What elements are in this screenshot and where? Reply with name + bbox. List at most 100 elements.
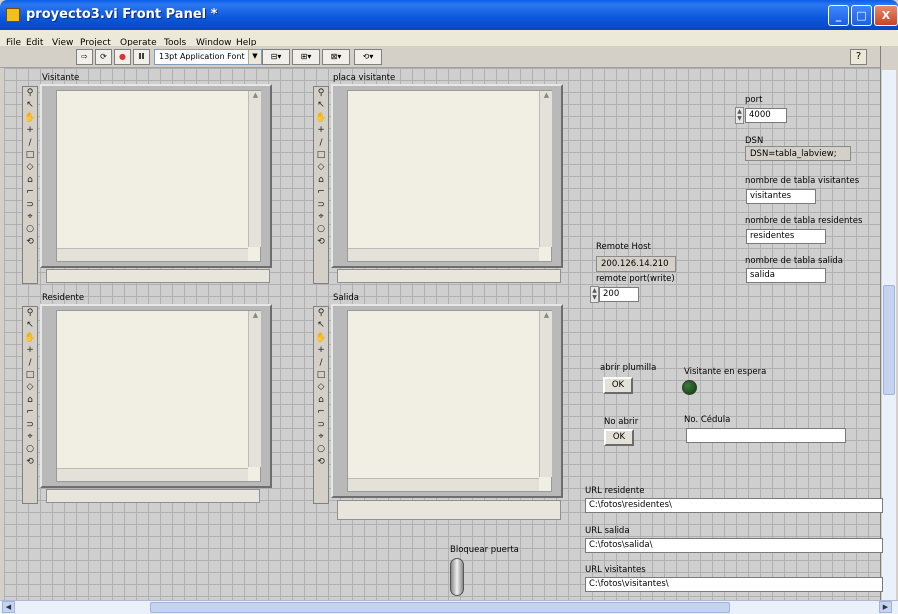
port-stepper[interactable]: ▲ ▼ bbox=[735, 107, 744, 124]
remote-port-input[interactable]: 200 bbox=[599, 287, 639, 302]
vertical-scrollbar[interactable]: ▲ bbox=[539, 311, 552, 477]
horizontal-scrollbar[interactable] bbox=[57, 248, 248, 261]
line-icon[interactable]: / bbox=[314, 137, 328, 149]
rotate-icon[interactable]: ⟲ bbox=[314, 236, 328, 248]
annulus-icon[interactable]: ⌖ bbox=[314, 211, 328, 223]
picture-residente[interactable] bbox=[56, 310, 261, 482]
freeform-icon[interactable]: ⌐ bbox=[23, 186, 37, 198]
curve-icon[interactable]: ⊃ bbox=[23, 419, 37, 431]
scroll-up-icon[interactable]: ▲ bbox=[540, 311, 553, 319]
hand-icon[interactable]: ✋ bbox=[314, 112, 328, 124]
horizontal-scroll-thumb[interactable] bbox=[150, 602, 730, 613]
maximize-button[interactable]: □ bbox=[851, 5, 872, 26]
rectangle-icon[interactable]: □ bbox=[23, 369, 37, 381]
vertical-scroll-thumb[interactable] bbox=[883, 285, 895, 395]
freeform-icon[interactable]: ⌐ bbox=[314, 186, 328, 198]
freeform-icon[interactable]: ⌐ bbox=[23, 406, 37, 418]
url-residente-input[interactable]: C:\fotos\residentes\ bbox=[585, 498, 883, 513]
scroll-up-icon[interactable]: ▲ bbox=[249, 91, 262, 99]
diamond-icon[interactable]: ◇ bbox=[23, 381, 37, 393]
port-input[interactable]: 4000 bbox=[745, 108, 787, 123]
polygon-icon[interactable]: ⌂ bbox=[314, 394, 328, 406]
hand-icon[interactable]: ✋ bbox=[314, 332, 328, 344]
minimize-button[interactable]: _ bbox=[828, 5, 849, 26]
vertical-scrollbar[interactable]: ▲ bbox=[248, 311, 261, 467]
run-icon[interactable]: ⇨ bbox=[76, 49, 93, 65]
tabla-visitantes-input[interactable]: visitantes bbox=[746, 189, 816, 204]
tabla-salida-input[interactable]: salida bbox=[746, 268, 826, 283]
diamond-icon[interactable]: ◇ bbox=[314, 381, 328, 393]
rotate-icon[interactable]: ⟲ bbox=[23, 236, 37, 248]
hand-icon[interactable]: ✋ bbox=[23, 112, 37, 124]
bloquear-puerta-switch[interactable] bbox=[450, 558, 464, 596]
chevron-down-icon[interactable]: ▼ bbox=[248, 50, 261, 64]
curve-icon[interactable]: ⊃ bbox=[314, 199, 328, 211]
zoom-icon[interactable]: ⚲ bbox=[23, 307, 37, 319]
crosshair-icon[interactable]: + bbox=[314, 124, 328, 136]
abort-icon[interactable]: ● bbox=[114, 49, 131, 65]
horizontal-scrollbar[interactable] bbox=[57, 468, 248, 481]
annulus-icon[interactable]: ⌖ bbox=[23, 431, 37, 443]
scroll-up-icon[interactable]: ▲ bbox=[249, 311, 262, 319]
no-abrir-button[interactable]: OK bbox=[604, 429, 634, 446]
scroll-up-icon[interactable]: ▲ bbox=[540, 91, 553, 99]
oval-icon[interactable]: ○ bbox=[23, 443, 37, 455]
distribute-objects-icon[interactable]: ⊞▾ bbox=[292, 49, 320, 65]
resize-objects-icon[interactable]: ⊠▾ bbox=[322, 49, 350, 65]
abrir-plumilla-button[interactable]: OK bbox=[603, 377, 633, 394]
hand-icon[interactable]: ✋ bbox=[23, 332, 37, 344]
oval-icon[interactable]: ○ bbox=[314, 223, 328, 235]
polygon-icon[interactable]: ⌂ bbox=[314, 174, 328, 186]
oval-icon[interactable]: ○ bbox=[314, 443, 328, 455]
run-continuously-icon[interactable]: ⟳ bbox=[95, 49, 112, 65]
crosshair-icon[interactable]: + bbox=[314, 344, 328, 356]
arrow-icon[interactable]: ↖ bbox=[23, 319, 37, 331]
pause-icon[interactable]: II bbox=[133, 49, 150, 65]
arrow-icon[interactable]: ↖ bbox=[23, 99, 37, 111]
reorder-icon[interactable]: ⟲▾ bbox=[354, 49, 382, 65]
rotate-icon[interactable]: ⟲ bbox=[314, 456, 328, 468]
polygon-icon[interactable]: ⌂ bbox=[23, 394, 37, 406]
annulus-icon[interactable]: ⌖ bbox=[23, 211, 37, 223]
diamond-icon[interactable]: ◇ bbox=[23, 161, 37, 173]
picture-visitante[interactable] bbox=[56, 90, 261, 262]
rotate-icon[interactable]: ⟲ bbox=[23, 456, 37, 468]
oval-icon[interactable]: ○ bbox=[23, 223, 37, 235]
curve-icon[interactable]: ⊃ bbox=[23, 199, 37, 211]
url-salida-input[interactable]: C:\fotos\salida\ bbox=[585, 538, 883, 553]
scroll-left-icon[interactable]: ◀ bbox=[2, 601, 15, 613]
zoom-icon[interactable]: ⚲ bbox=[23, 87, 37, 99]
polygon-icon[interactable]: ⌂ bbox=[23, 174, 37, 186]
scroll-right-icon[interactable]: ▶ bbox=[879, 601, 892, 613]
diamond-icon[interactable]: ◇ bbox=[314, 161, 328, 173]
line-icon[interactable]: / bbox=[23, 357, 37, 369]
rectangle-icon[interactable]: □ bbox=[23, 149, 37, 161]
line-icon[interactable]: / bbox=[23, 137, 37, 149]
font-select[interactable]: 13pt Application Font bbox=[154, 49, 262, 65]
context-help-button[interactable]: ? bbox=[850, 49, 867, 65]
remote-port-stepper[interactable]: ▲ ▼ bbox=[590, 286, 599, 303]
crosshair-icon[interactable]: + bbox=[23, 344, 37, 356]
line-icon[interactable]: / bbox=[314, 357, 328, 369]
rectangle-icon[interactable]: □ bbox=[314, 149, 328, 161]
arrow-icon[interactable]: ↖ bbox=[314, 99, 328, 111]
tabla-residentes-input[interactable]: residentes bbox=[746, 229, 826, 244]
horizontal-scrollbar[interactable] bbox=[348, 248, 539, 261]
annulus-icon[interactable]: ⌖ bbox=[314, 431, 328, 443]
curve-icon[interactable]: ⊃ bbox=[314, 419, 328, 431]
vertical-scrollbar[interactable]: ▲ bbox=[539, 91, 552, 247]
rectangle-icon[interactable]: □ bbox=[314, 369, 328, 381]
cedula-input[interactable] bbox=[686, 428, 846, 443]
url-visitantes-input[interactable]: C:\fotos\visitantes\ bbox=[585, 577, 883, 592]
zoom-icon[interactable]: ⚲ bbox=[314, 307, 328, 319]
zoom-icon[interactable]: ⚲ bbox=[314, 87, 328, 99]
picture-placa[interactable] bbox=[347, 90, 552, 262]
vertical-scrollbar[interactable]: ▲ bbox=[248, 91, 261, 247]
horizontal-scrollbar[interactable] bbox=[348, 478, 539, 491]
freeform-icon[interactable]: ⌐ bbox=[314, 406, 328, 418]
picture-salida[interactable] bbox=[347, 310, 552, 492]
align-objects-icon[interactable]: ⊟▾ bbox=[262, 49, 290, 65]
crosshair-icon[interactable]: + bbox=[23, 124, 37, 136]
arrow-icon[interactable]: ↖ bbox=[314, 319, 328, 331]
close-button[interactable]: X bbox=[874, 5, 898, 26]
